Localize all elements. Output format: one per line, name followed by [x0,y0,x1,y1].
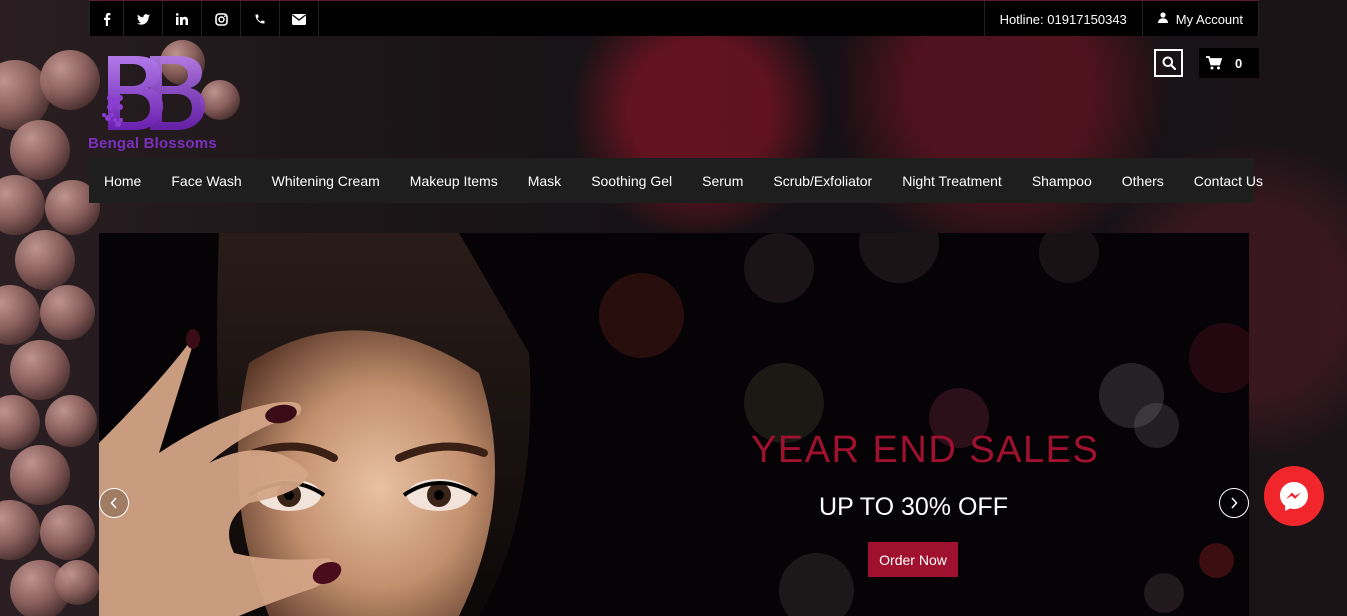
nav-item-others[interactable]: Others [1107,158,1179,203]
search-button[interactable] [1154,49,1183,77]
my-account-label: My Account [1175,11,1243,27]
linkedin-icon[interactable] [163,1,202,37]
slide-headline: YEAR END SALES [751,429,1100,471]
cart-icon [1199,48,1229,78]
main-nav: Home Face Wash Whitening Cream Makeup It… [89,158,1263,203]
top-bar: Hotline: 01917150343 My Account [89,0,1259,37]
logo-text: Bengal Blossoms [88,135,217,152]
site-logo[interactable]: Bengal Blossoms [88,54,228,152]
user-icon [1157,12,1168,26]
nav-item-shampoo[interactable]: Shampoo [1017,158,1107,203]
nav-item-contact-us[interactable]: Contact Us [1179,158,1278,203]
phone-icon[interactable] [241,1,280,37]
cart-count: 0 [1235,55,1243,71]
nav-item-makeup-items[interactable]: Makeup Items [395,158,513,203]
social-links [89,1,319,37]
messenger-icon [1280,482,1308,511]
nav-item-serum[interactable]: Serum [687,158,758,203]
logo-mark [102,56,205,130]
facebook-icon[interactable] [89,1,124,37]
cart-button[interactable]: 0 [1199,48,1259,78]
messenger-chat-button[interactable] [1264,466,1324,526]
my-account-link[interactable]: My Account [1141,1,1259,37]
nav-item-face-wash[interactable]: Face Wash [156,158,256,203]
twitter-icon[interactable] [124,1,163,37]
slider-prev-button[interactable] [99,488,129,518]
chevron-left-icon [110,497,117,509]
chevron-right-icon [1231,497,1238,509]
envelope-icon[interactable] [280,1,319,37]
order-now-button[interactable]: Order Now [868,542,958,577]
instagram-icon[interactable] [202,1,241,37]
nav-item-mask[interactable]: Mask [513,158,576,203]
model-face-image [99,233,531,616]
top-right-links: Hotline: 01917150343 My Account [983,1,1259,37]
nav-item-scrub-exfoliator[interactable]: Scrub/Exfoliator [758,158,887,203]
hero-slider: YEAR END SALES UP TO 30% OFF Order Now [99,233,1249,616]
nav-item-home[interactable]: Home [89,158,156,203]
nav-item-whitening-cream[interactable]: Whitening Cream [257,158,395,203]
nav-item-soothing-gel[interactable]: Soothing Gel [576,158,687,203]
nav-item-night-treatment[interactable]: Night Treatment [887,158,1017,203]
search-icon [1162,56,1176,70]
slider-next-button[interactable] [1219,488,1249,518]
slide-subline: UP TO 30% OFF [819,493,1008,521]
hotline-text[interactable]: Hotline: 01917150343 [983,1,1142,37]
